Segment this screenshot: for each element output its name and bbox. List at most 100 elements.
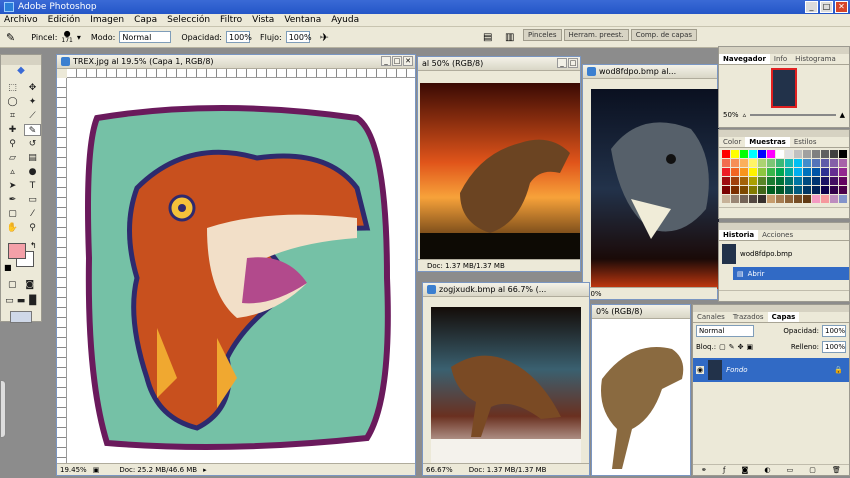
swatch[interactable] [794,177,802,185]
swatch[interactable] [821,186,829,194]
swatch[interactable] [812,159,820,167]
tab-styles[interactable]: Estilos [790,137,821,147]
adobe-online-icon[interactable]: ◆ [1,65,41,79]
swatch[interactable] [821,168,829,176]
new-group-icon[interactable]: ▭ [787,465,794,475]
eyedropper-icon[interactable]: ⁄ [24,208,41,220]
zoom-readout-zog[interactable]: 66.67% [426,466,453,474]
doc-titlebar-dino2[interactable]: al 50% (RGB/8) [418,57,580,71]
lock-image-icon[interactable]: ✎ [729,343,735,351]
swatch[interactable] [776,195,784,203]
quick-mask-icon[interactable]: ◙ [23,279,38,291]
swatch[interactable] [749,150,757,158]
foreground-color-swatch[interactable] [8,243,26,259]
lock-all-icon[interactable]: ▣ [746,343,753,351]
zoom-out-icon[interactable]: ▵ [743,111,747,119]
lock-position-icon[interactable]: ✥ [738,343,744,351]
swatch[interactable] [821,195,829,203]
well-tab-tool-presets[interactable]: Herram. preest. [563,29,629,41]
menu-seleccion[interactable]: Selección [167,15,210,25]
screen-mode-full-menu-icon[interactable]: ▬ [16,295,27,307]
swatch[interactable] [839,177,847,185]
zoom-readout-trex[interactable]: 19.45% [60,466,87,474]
swatch[interactable] [803,168,811,176]
clone-stamp-icon[interactable]: ⚲ [4,138,21,150]
swatch[interactable] [803,177,811,185]
swatch[interactable] [839,168,847,176]
airbrush-icon[interactable]: ✈ [320,31,329,44]
tab-paths[interactable]: Trazados [729,312,768,322]
zoom-in-icon[interactable]: ▲ [840,111,845,119]
imageready-icon[interactable] [10,311,32,323]
canvas-zog[interactable] [431,307,581,463]
swatch[interactable] [740,186,748,194]
new-layer-icon[interactable]: ▢ [809,465,816,475]
magic-wand-icon[interactable]: ✦ [24,96,41,108]
zoom-slider[interactable] [750,114,836,116]
menu-edicion[interactable]: Edición [48,15,81,25]
close-button[interactable]: ✕ [835,1,848,13]
swatch[interactable] [722,159,730,167]
swatch[interactable] [803,186,811,194]
status-arrow-icon[interactable]: ▸ [203,466,207,474]
layer-mask-icon[interactable]: ◙ [742,465,749,475]
doc-minimize-button[interactable]: _ [557,58,567,68]
swatch[interactable] [794,150,802,158]
swatch[interactable] [812,177,820,185]
well-tab-layer-comps[interactable]: Comp. de capas [630,29,698,41]
swatch[interactable] [830,186,838,194]
menu-ayuda[interactable]: Ayuda [331,15,359,25]
flow-field[interactable]: 100% [285,31,312,43]
swatch[interactable] [803,159,811,167]
swatch[interactable] [830,168,838,176]
tab-channels[interactable]: Canales [693,312,729,322]
swatch[interactable] [740,195,748,203]
brush-tool-icon[interactable]: ✎ [24,124,41,136]
menu-filtro[interactable]: Filtro [220,15,242,25]
maximize-button[interactable]: □ [820,1,833,13]
swatch[interactable] [821,150,829,158]
screen-mode-full-icon[interactable]: █ [27,295,38,307]
layer-row[interactable]: ◉ Fondo 🔒 [693,358,849,382]
swatch[interactable] [758,177,766,185]
swatch[interactable] [722,168,730,176]
swatch[interactable] [776,159,784,167]
canvas-dino2[interactable] [420,83,580,259]
swatch[interactable] [722,150,730,158]
link-layers-icon[interactable]: ⚭ [701,465,707,475]
swap-colors-icon[interactable]: ↰ [30,241,37,250]
swatch[interactable] [785,159,793,167]
menu-archivo[interactable]: Archivo [4,15,38,25]
swatch[interactable] [767,168,775,176]
swatch[interactable] [767,177,775,185]
swatch[interactable] [722,186,730,194]
swatch[interactable] [740,168,748,176]
layer-fill-field[interactable]: 100% [822,341,846,353]
swatch[interactable] [767,150,775,158]
minimize-button[interactable]: _ [805,1,818,13]
swatch[interactable] [803,150,811,158]
canvas-wod[interactable] [591,89,719,289]
navigator-zoom[interactable]: 50% [723,111,739,119]
swatch[interactable] [749,159,757,167]
doc-maximize-button[interactable]: □ [568,58,578,68]
hand-tool-icon[interactable]: ✋ [4,222,21,234]
swatch[interactable] [740,177,748,185]
screen-mode-standard-icon[interactable]: ▭ [4,295,15,307]
brush-preset-picker[interactable]: ● 171 [61,30,72,45]
zoom-tool-icon[interactable]: ⚲ [24,222,41,234]
swatch[interactable] [830,159,838,167]
swatch[interactable] [758,159,766,167]
layer-style-icon[interactable]: ƒ [723,465,725,475]
menu-capa[interactable]: Capa [134,15,157,25]
swatch[interactable] [749,168,757,176]
swatch[interactable] [731,186,739,194]
well-tab-brushes[interactable]: Pinceles [523,29,562,41]
swatch[interactable] [767,159,775,167]
lock-transparency-icon[interactable]: ▢ [719,343,726,351]
swatch[interactable] [767,195,775,203]
tab-actions[interactable]: Acciones [758,230,797,240]
swatch[interactable] [839,159,847,167]
doc-titlebar-zog[interactable]: zogjxudk.bmp al 66.7% (... [423,283,589,297]
shape-tool-icon[interactable]: ▭ [24,194,41,206]
